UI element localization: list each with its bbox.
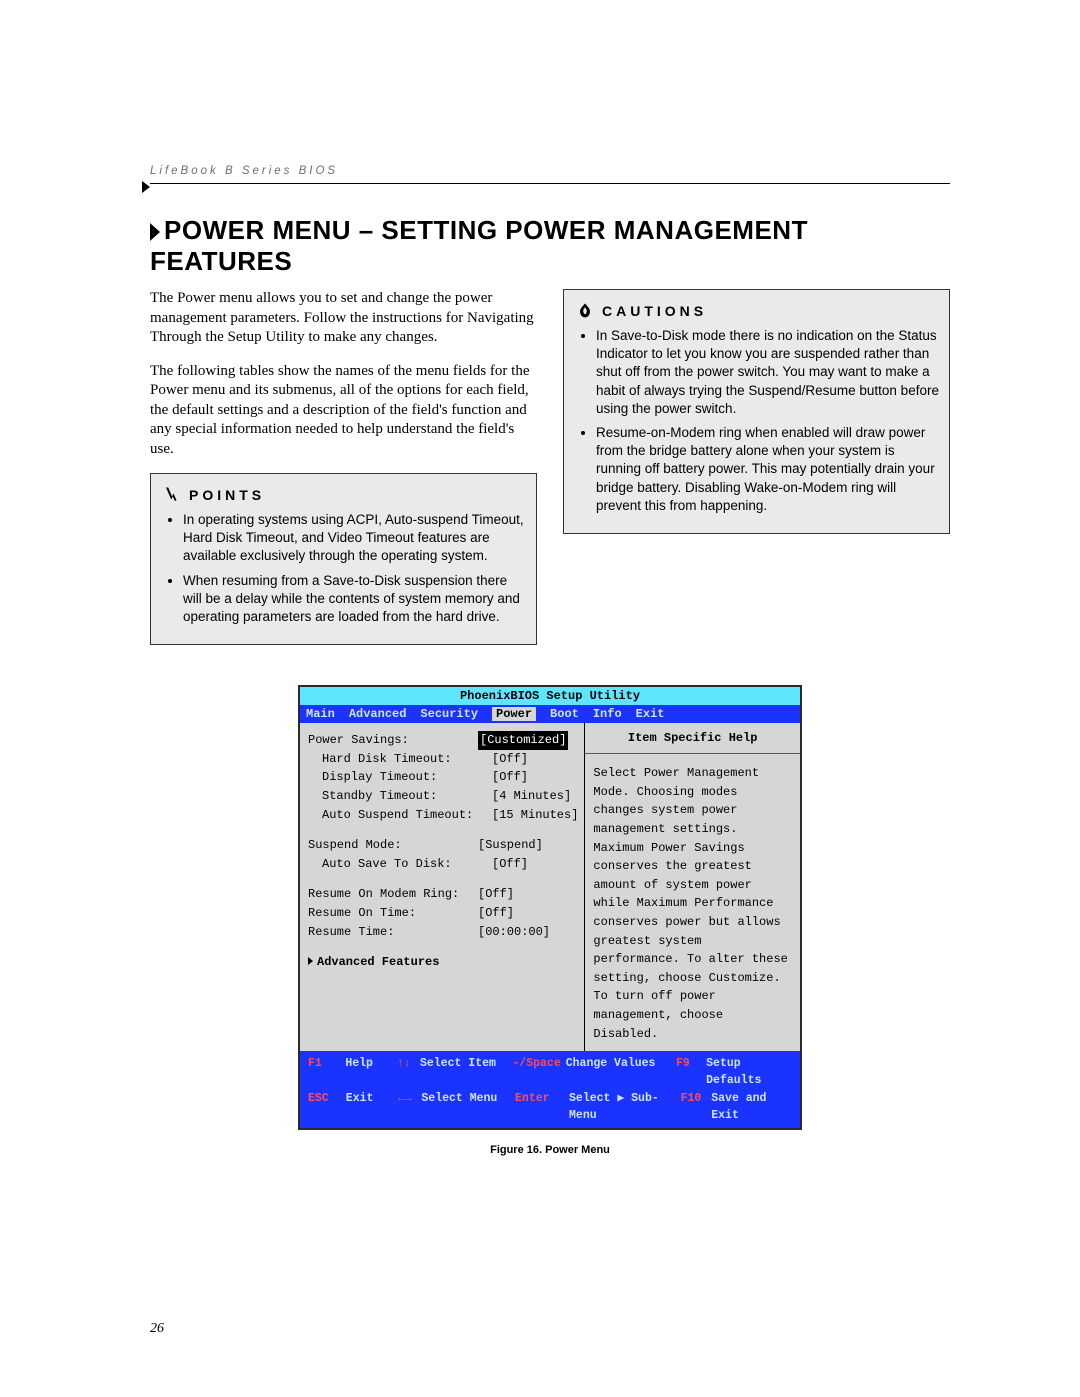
bios-help-panel: Item Specific Help Select Power Manageme…: [585, 723, 800, 1051]
page-title: POWER MENU – SETTING POWER MANAGEMENT FE…: [150, 215, 950, 277]
cautions-item: Resume-on-Modem ring when enabled will d…: [596, 424, 939, 515]
bios-fields-panel: Power Savings:[Customized]Hard Disk Time…: [300, 723, 585, 1051]
cautions-callout: CAUTIONS In Save-to-Disk mode there is n…: [563, 289, 950, 534]
bios-tab-bar: Main Advanced Security Power Boot Info Exit: [300, 705, 800, 723]
bios-field-row[interactable]: Advanced Features: [308, 953, 578, 972]
figure-caption: Figure 16. Power Menu: [150, 1144, 950, 1156]
bios-tab-advanced[interactable]: Advanced: [349, 707, 407, 721]
cautions-item: In Save-to-Disk mode there is no indicat…: [596, 327, 939, 418]
bios-field-row[interactable]: Auto Save To Disk:[Off]: [308, 855, 578, 874]
bios-tab-power[interactable]: Power: [492, 707, 536, 721]
bios-help-text: Select Power Management Mode. Choosing m…: [593, 764, 792, 1043]
bios-tab-main[interactable]: Main: [306, 707, 335, 721]
points-item: In operating systems using ACPI, Auto-su…: [183, 511, 526, 566]
pointer-icon: [163, 486, 181, 504]
bios-field-row[interactable]: Suspend Mode:[Suspend]: [308, 836, 578, 855]
bios-tab-exit[interactable]: Exit: [636, 707, 665, 721]
bios-field-row[interactable]: Display Timeout:[Off]: [308, 768, 578, 787]
caution-icon: [576, 302, 594, 320]
bios-title: PhoenixBIOS Setup Utility: [300, 687, 800, 705]
bios-field-row[interactable]: Hard Disk Timeout:[Off]: [308, 750, 578, 769]
bios-tab-security[interactable]: Security: [420, 707, 478, 721]
page-number: 26: [150, 1321, 164, 1337]
bios-field-row[interactable]: Auto Suspend Timeout:[15 Minutes]: [308, 806, 578, 825]
bios-field-row[interactable]: Power Savings:[Customized]: [308, 731, 578, 750]
points-callout: POINTS In operating systems using ACPI, …: [150, 473, 537, 645]
bios-tab-boot[interactable]: Boot: [550, 707, 579, 721]
bios-help-title: Item Specific Help: [585, 727, 800, 754]
bios-screen: PhoenixBIOS Setup Utility Main Advanced Se…: [298, 685, 802, 1130]
bios-tab-info[interactable]: Info: [593, 707, 622, 721]
bios-footer: F1 Help ↑↓ Select Item -/Space Change Va…: [300, 1051, 800, 1128]
bios-field-row[interactable]: Resume On Modem Ring:[Off]: [308, 885, 578, 904]
header-rule: [150, 183, 950, 197]
cautions-title: CAUTIONS: [602, 302, 707, 321]
running-header: LifeBook B Series BIOS: [150, 165, 950, 177]
bios-field-row[interactable]: Standby Timeout:[4 Minutes]: [308, 787, 578, 806]
intro-paragraph-1: The Power menu allows you to set and cha…: [150, 289, 537, 348]
points-title: POINTS: [189, 486, 265, 505]
points-item: When resuming from a Save-to-Disk suspen…: [183, 572, 526, 627]
bios-field-row[interactable]: Resume On Time:[Off]: [308, 904, 578, 923]
intro-paragraph-2: The following tables show the names of t…: [150, 362, 537, 460]
bios-field-row[interactable]: Resume Time:[00:00:00]: [308, 923, 578, 942]
